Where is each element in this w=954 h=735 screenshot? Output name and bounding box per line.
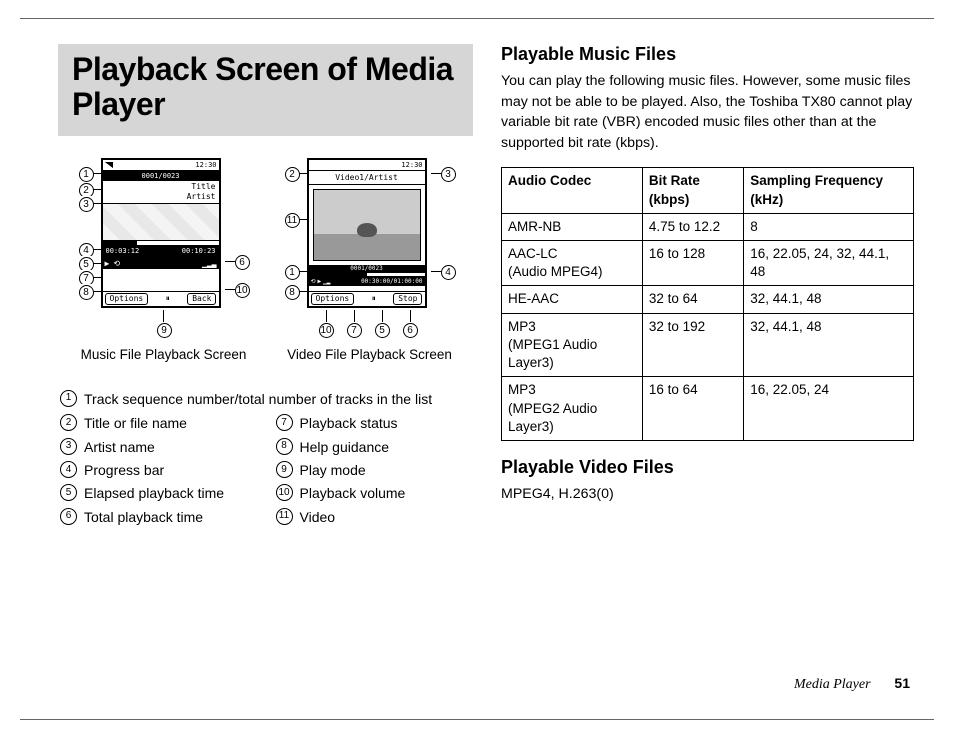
callout-6 [235,254,249,268]
callout-5b [375,322,389,336]
clock: 12:30 [195,161,216,169]
callout-5 [79,256,93,270]
callout-9 [157,322,171,336]
status-bar: 12:30 [309,160,425,171]
track-counter: 0001/0023 [103,171,219,181]
signal-icon [105,162,113,168]
callout-8b [285,284,299,298]
callout-1b [285,264,299,278]
footer-page-number: 51 [894,675,910,691]
callout-3b [441,166,455,180]
softkey-bar: Options ⏸ Stop [309,291,425,306]
callout-7b [347,322,361,336]
status-row: ⟲ ▶ ▁▂ 00:30:00/01:00:00 [309,277,425,286]
softkey-bar: Options ⏸ Back [103,291,219,306]
callout-2b [285,166,299,180]
progress-bar [309,272,425,277]
video-title-line: Video1/Artist [309,171,425,185]
callout-4b [441,264,455,278]
progress-bar [103,241,219,246]
music-playback-screenshot: 12:30 0001/0023 Title Artist 00:03:12 00… [79,154,249,364]
play-icon: ▶ [318,278,322,285]
total-time: 00:10:23 [182,247,216,255]
play-icon: ▶ [105,259,110,268]
repeat-icon: ⟲ [311,278,316,285]
repeat-icon: ⟲ [113,259,120,268]
status-row: ▶ ⟲ ▁▂▃ [103,256,219,269]
callout-6b [403,322,417,336]
artist-line: Artist [103,192,219,204]
callout-7 [79,270,93,284]
video-ground [314,234,420,261]
callout-2 [79,182,93,196]
callout-10b [319,322,333,336]
elapsed-time: 00:03:12 [106,247,140,255]
footer-section: Media Player [794,677,871,692]
left-softkey[interactable]: Options [105,293,149,305]
right-softkey[interactable]: Back [187,293,216,305]
title-line: Title [103,181,219,192]
callout-4 [79,242,93,256]
left-softkey[interactable]: Options [311,293,355,305]
page-footer: Media Player 51 [794,675,910,693]
time-row: 00:03:12 00:10:23 [103,246,219,256]
callout-11 [285,212,299,226]
right-softkey[interactable]: Stop [393,293,422,305]
elapsed-time: 00:30:00 [361,278,390,285]
total-time: 01:00:00 [394,278,423,285]
video-subject [357,223,377,237]
callout-1 [79,166,93,180]
callout-10 [235,282,249,296]
clock: 12:30 [401,161,422,169]
video-frame [313,189,421,261]
video-playback-screenshot: 12:30 Video1/Artist 0001/0023 ⟲ [285,154,455,364]
status-bar: 12:30 [103,160,219,171]
callout-8 [79,284,93,298]
center-softkey-icon[interactable]: ⏸ [372,294,376,304]
center-softkey-icon[interactable]: ⏸ [166,294,170,304]
album-art-area [103,204,219,241]
callout-3 [79,196,93,210]
